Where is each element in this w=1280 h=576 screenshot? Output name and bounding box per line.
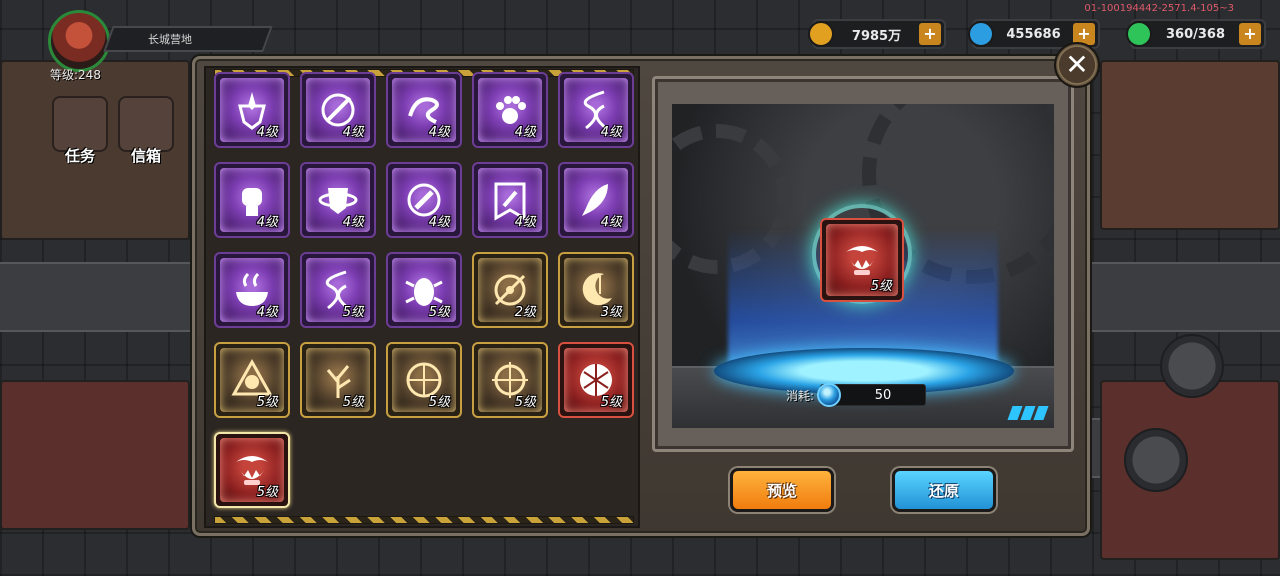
debug-text: 01-100194442-2571.4-105~3 [1084, 3, 1234, 14]
skill-level: 5级 [600, 395, 622, 410]
skill-level: 5级 [428, 305, 450, 320]
skill-level: 5级 [342, 395, 364, 410]
gold-resource: 7985万 + [808, 19, 946, 49]
skill-level: 4级 [256, 305, 278, 320]
cost-value: 50 [874, 387, 892, 403]
skill-level: 4级 [428, 215, 450, 230]
preview-skill-level: 5级 [870, 279, 892, 294]
green-energy-icon [1126, 21, 1152, 47]
add-energy-button[interactable]: + [1239, 23, 1261, 45]
skill-slot[interactable]: 2级 [472, 252, 548, 328]
skill-slot[interactable]: 4级 [214, 162, 290, 238]
skill-level: 4级 [342, 215, 364, 230]
skill-slot[interactable]: 4级 [558, 162, 634, 238]
skill-level: 5级 [514, 395, 536, 410]
quest-button-label: 任务 [64, 147, 95, 165]
close-button[interactable]: ✕ [1054, 42, 1100, 88]
skill-level: 5级 [342, 305, 364, 320]
skill-slot[interactable]: 5级 [214, 432, 290, 508]
upgrade-cost: 消耗: 50 [786, 383, 927, 407]
skill-slot[interactable]: 5级 [558, 342, 634, 418]
skill-slot[interactable]: 5级 [300, 252, 376, 328]
cost-label: 消耗: [786, 388, 815, 403]
skill-level: 3级 [600, 305, 622, 320]
gold-amount: 7985万 [851, 28, 902, 44]
quest-button[interactable]: 任务 [52, 96, 108, 165]
upgrade-arrow-button[interactable] [1124, 428, 1188, 492]
preview-button[interactable]: 预览 [730, 468, 834, 512]
player-level: 等级:248 [50, 68, 101, 82]
blue-gem-icon [968, 21, 994, 47]
skill-level: 4级 [428, 125, 450, 140]
add-gold-button[interactable]: + [919, 23, 941, 45]
hazard-stripe [214, 516, 634, 524]
energy-amount: 360/368 [1165, 26, 1226, 42]
skill-slot[interactable]: 4级 [472, 162, 548, 238]
skill-slot[interactable]: 5级 [386, 252, 462, 328]
blue-gem-icon [817, 383, 842, 407]
skill-slot[interactable]: 4级 [300, 162, 376, 238]
background-building [1100, 60, 1280, 230]
background-building [0, 380, 190, 530]
close-icon: ✕ [1065, 48, 1089, 81]
skill-slot[interactable]: 4级 [558, 72, 634, 148]
skill-slot[interactable]: 4级 [386, 72, 462, 148]
skill-level: 4级 [514, 215, 536, 230]
skill-level: 4级 [514, 125, 536, 140]
skill-slot[interactable]: 5级 [386, 342, 462, 418]
skill-slot[interactable]: 4级 [214, 252, 290, 328]
machine-lights [1007, 406, 1049, 420]
skill-level: 4级 [342, 125, 364, 140]
skill-level: 4级 [600, 215, 622, 230]
preview-viewport: 5级 [672, 104, 1054, 428]
skill-slot[interactable]: 4级 [300, 72, 376, 148]
skill-level: 2级 [514, 305, 536, 320]
skill-slot[interactable]: 3级 [558, 252, 634, 328]
player-name: 长城营地 [148, 33, 192, 46]
build-button[interactable] [1160, 334, 1224, 398]
mailbox-button-label: 信箱 [130, 147, 161, 165]
energy-resource: 360/368 + [1126, 19, 1266, 49]
skill-level: 5级 [428, 395, 450, 410]
skill-level: 4级 [256, 125, 278, 140]
restore-button[interactable]: 还原 [892, 468, 996, 512]
gold-coin-icon [808, 21, 834, 47]
skill-slot[interactable]: 4级 [386, 162, 462, 238]
skill-level: 5级 [256, 485, 278, 500]
skill-slot[interactable]: 4级 [214, 72, 290, 148]
mailbox-button[interactable]: 信箱 [118, 96, 174, 165]
preview-skill-icon: 5级 [820, 218, 904, 302]
skill-level: 4级 [600, 125, 622, 140]
skill-slot[interactable]: 5级 [300, 342, 376, 418]
skill-level: 4级 [256, 215, 278, 230]
skill-slot[interactable]: 5级 [472, 342, 548, 418]
player-avatar[interactable] [48, 10, 110, 72]
cost-box: 50 [817, 383, 927, 407]
gem-amount: 455686 [1006, 26, 1061, 42]
skill-slot[interactable]: 4级 [472, 72, 548, 148]
skill-slot[interactable]: 5级 [214, 342, 290, 418]
skill-level: 5级 [256, 395, 278, 410]
